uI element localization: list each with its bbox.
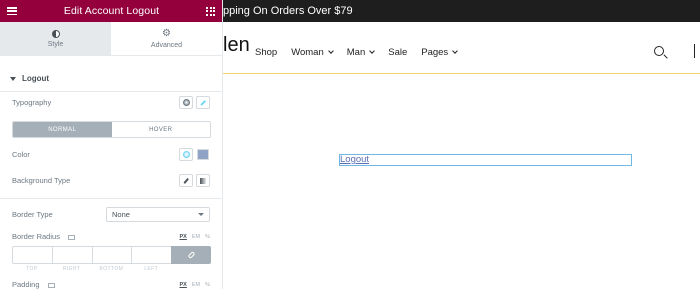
unit-em[interactable]: EM [192,234,200,240]
chevron-down-icon [369,48,376,54]
radius-top-input[interactable] [12,246,52,264]
desktop-monitor-icon[interactable] [68,234,76,240]
bg-gradient-button[interactable] [196,174,210,187]
radius-bottom-input[interactable] [91,246,132,264]
panel-title: Edit Account Logout [63,5,160,17]
announcement-bar: pping On Orders Over $79 [223,0,700,22]
panel-header: Edit Account Logout [0,0,222,22]
pencil-icon [200,99,206,106]
editor-panel: Edit Account Logout Style ⚙ Advanced Log… [0,0,223,289]
menu-item-label: Sale [388,47,408,58]
color-control: Color [12,148,210,161]
unit-em[interactable]: EM [192,282,200,288]
menu-item-label: Pages [421,47,449,58]
padding-label: Padding [12,280,40,289]
dim-label-right: RIGHT [62,266,81,272]
tab-advanced-label: Advanced [150,41,183,49]
divider [0,198,222,199]
tab-advanced[interactable]: ⚙ Advanced [111,22,222,55]
logout-link[interactable]: Logout [340,154,369,165]
edit-typography-button[interactable] [196,96,210,109]
chevron-down-icon [452,48,459,54]
radius-left-input[interactable] [131,246,171,264]
typography-label: Typography [12,98,52,107]
padding-units-selector: PX EM % [180,282,210,288]
gradient-icon [200,177,206,184]
border-type-label: Border Type [12,210,53,219]
unit-px[interactable]: PX [180,234,187,240]
unit-px[interactable]: PX [180,282,187,288]
global-color-button[interactable] [179,148,193,161]
half-circle-icon [51,29,60,38]
announcement-text: pping On Orders Over $79 [223,5,353,17]
menu-item-pages[interactable]: Pages [421,47,459,58]
menu-item-woman[interactable]: Woman [291,47,334,58]
padding-control: Padding PX EM % [12,280,210,289]
panel-tabs: Style ⚙ Advanced [0,22,222,56]
site-header: len Shop Woman Man Sale Pages [223,22,700,74]
link-icon [187,251,195,259]
dim-label-top: TOP [26,266,38,272]
border-type-control: Border Type None [12,207,210,222]
gear-icon: ⚙ [162,27,171,39]
tab-style-label: Style [47,40,64,48]
bg-classic-button[interactable] [179,174,193,187]
dim-label-bottom: BOTTOM [99,266,124,272]
chevron-down-icon [198,213,204,216]
border-radius-control: Border Radius PX EM % [12,232,210,241]
section-logout-header[interactable]: Logout [0,66,222,92]
radius-right-input[interactable] [51,246,92,264]
color-swatch [197,149,209,160]
desktop-monitor-icon[interactable] [47,282,55,288]
global-typography-button[interactable] [179,96,193,109]
logout-widget[interactable]: Logout [339,154,632,166]
color-picker-button[interactable] [196,148,210,161]
menu-item-man[interactable]: Man [346,47,376,58]
state-normal-button[interactable]: NORMAL [13,122,112,137]
globe-icon [182,151,190,158]
state-hover-button[interactable]: HOVER [111,122,210,137]
menu-item-label: Woman [291,47,324,58]
widgets-grid-icon[interactable] [206,6,215,16]
border-radius-dimensions [12,246,211,264]
border-type-value: None [112,210,130,219]
link-values-button[interactable] [171,246,211,264]
search-icon[interactable] [654,46,664,56]
color-label: Color [12,150,30,159]
unit-percent[interactable]: % [205,282,210,288]
account-icon[interactable] [694,44,700,58]
globe-icon [182,99,190,106]
border-type-select[interactable]: None [106,207,210,222]
menu-item-label: Shop [255,47,278,58]
background-type-control: Background Type [12,174,210,187]
menu-item-label: Man [346,47,366,58]
menu-item-sale[interactable]: Sale [388,47,407,58]
site-logo[interactable]: len [223,34,250,57]
dimension-labels: TOP RIGHT BOTTOM LEFT [12,266,171,272]
unit-percent[interactable]: % [205,234,210,240]
brush-icon [183,177,189,184]
units-selector: PX EM % [180,234,210,240]
main-menu: Shop Woman Man Sale Pages [255,47,459,58]
menu-item-shop[interactable]: Shop [255,47,277,58]
section-title: Logout [22,74,50,83]
background-type-label: Background Type [12,176,71,185]
border-radius-label: Border Radius [12,232,60,241]
chevron-down-icon [327,48,334,54]
tab-style[interactable]: Style [0,22,111,55]
state-toggle: NORMAL HOVER [12,121,211,138]
dim-label-left: LEFT [144,266,159,272]
caret-down-icon [10,76,16,81]
hamburger-menu-icon[interactable] [7,7,17,15]
site-preview: pping On Orders Over $79 len Shop Woman … [223,0,700,289]
typography-control: Typography [12,96,210,109]
